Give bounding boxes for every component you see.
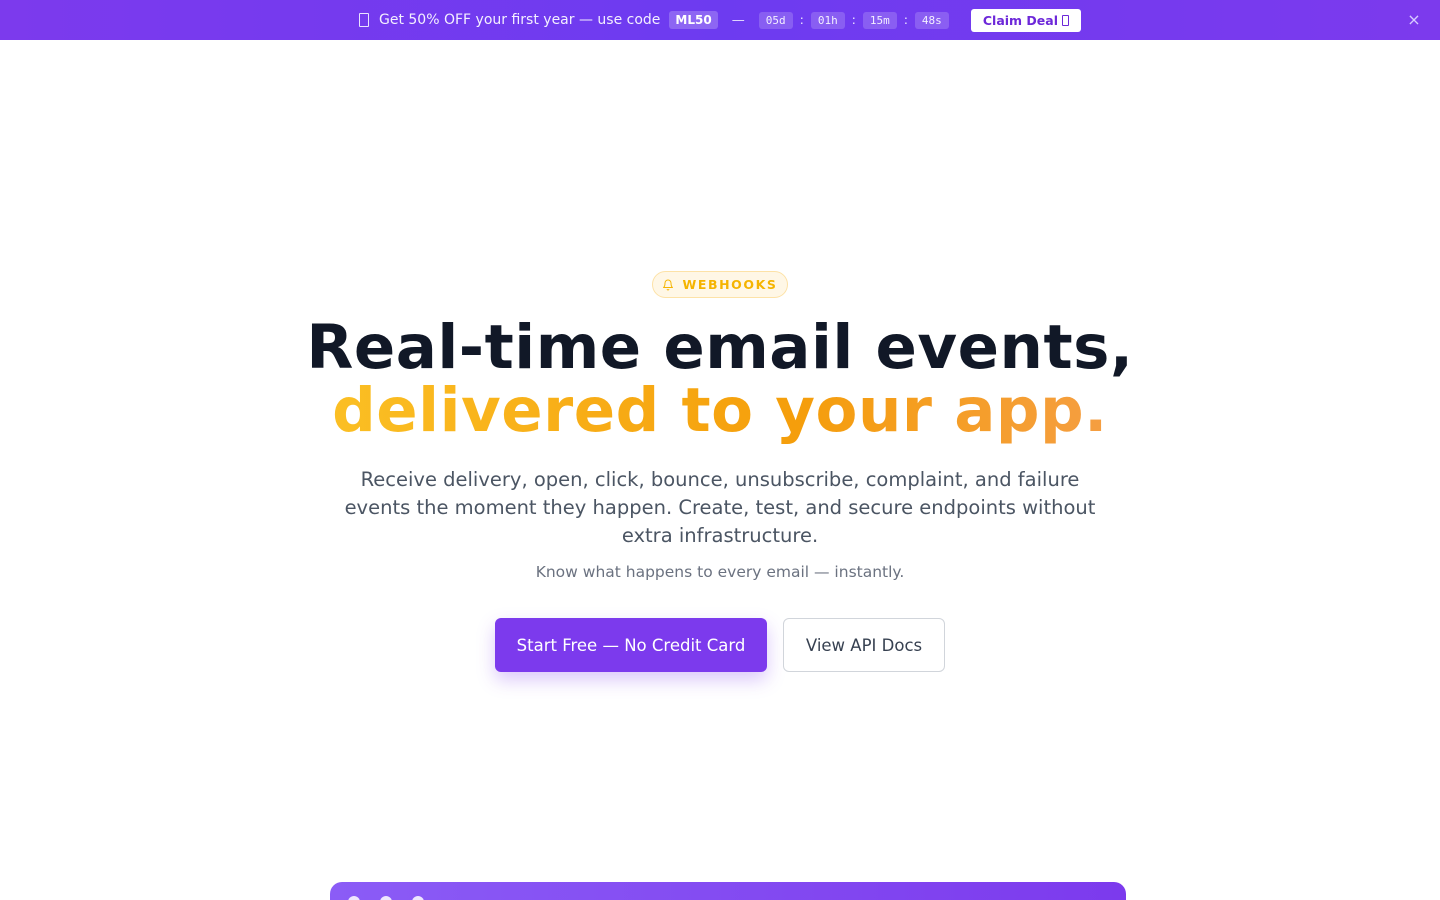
arrow-icon	[1062, 14, 1069, 26]
view-api-docs-button[interactable]: View API Docs	[783, 618, 945, 672]
hero-title-accent: delivered to your app.	[0, 378, 1440, 444]
gift-icon	[359, 13, 369, 27]
hero-subtitle: Receive delivery, open, click, bounce, u…	[344, 468, 1096, 547]
timer-colon: :	[799, 13, 804, 27]
timer-colon: :	[903, 13, 908, 27]
timer-colon: :	[851, 13, 856, 27]
bell-icon	[663, 279, 674, 290]
hero-title: Real-time email events,	[306, 312, 1134, 383]
close-icon[interactable]: ×	[1406, 12, 1422, 28]
badge-label: WEBHOOKS	[682, 277, 778, 292]
promo-text: Get 50% OFF your first year — use code	[379, 12, 661, 28]
promo-separator: —	[731, 12, 745, 28]
preview-window	[330, 882, 1126, 900]
window-dot	[412, 896, 424, 900]
promo-code: ML50	[669, 11, 718, 29]
timer-days: 05d	[758, 11, 793, 29]
claim-deal-button[interactable]: Claim Deal	[970, 8, 1081, 32]
timer-hours: 01h	[810, 11, 845, 29]
start-free-button[interactable]: Start Free — No Credit Card	[495, 618, 767, 672]
promo-banner: Get 50% OFF your first year — use code M…	[0, 0, 1440, 40]
promo-content: Get 50% OFF your first year — use code M…	[359, 8, 1081, 32]
timer-minutes: 15m	[862, 11, 897, 29]
claim-deal-label: Claim Deal	[982, 12, 1058, 28]
webhooks-badge: WEBHOOKS	[652, 271, 788, 298]
hero-tagline: Know what happens to every email — insta…	[535, 563, 905, 581]
window-dot	[380, 896, 392, 900]
window-dot	[348, 896, 360, 900]
timer-seconds: 48s	[914, 11, 949, 29]
hero-title-highlight: delivered to your app.	[332, 375, 1108, 446]
